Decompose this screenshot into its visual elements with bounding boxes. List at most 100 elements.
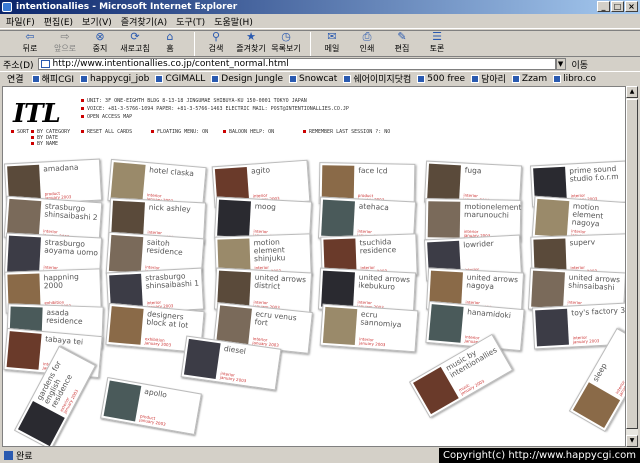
- toolbar-button[interactable]: ⇨ 앞으로: [49, 31, 81, 54]
- menu-bar: 파일(F) 편집(E) 보기(V) 즐겨찾기(A) 도구(T) 도움말(H): [0, 14, 640, 29]
- link-item[interactable]: 담아리: [471, 72, 506, 85]
- address-input[interactable]: http://www.intentionallies.co.jp/content…: [37, 58, 556, 70]
- link-item[interactable]: 해피CGI: [31, 72, 74, 85]
- toolbar-button[interactable]: ✎ 편집: [386, 31, 418, 54]
- favorites-icon: ★: [246, 30, 256, 43]
- project-meta: interior january 2003: [358, 336, 386, 348]
- toolbar-button-label: 새로고침: [120, 44, 150, 53]
- project-meta: music january 2003: [457, 378, 486, 397]
- toolbar-button[interactable]: ⚲ 검색: [200, 31, 232, 54]
- link-item[interactable]: happycgi_job: [80, 74, 149, 84]
- menu-favorites[interactable]: 즐겨찾기(A): [121, 15, 167, 28]
- itl-logo[interactable]: ITL: [13, 99, 61, 129]
- window-title: intentionallies - Microsoft Internet Exp…: [16, 2, 238, 12]
- project-card[interactable]: ecru sannomiya interior january 2003: [319, 303, 419, 353]
- close-button[interactable]: ×: [625, 1, 638, 12]
- project-thumbnail: [108, 234, 144, 274]
- links-bar: 연결 해피CGI happycgi_job CGIMALL Design Jungle…: [0, 71, 640, 85]
- project-name: apollo: [143, 386, 168, 400]
- toolbar-separator: [194, 32, 195, 56]
- project-thumbnail: [534, 198, 570, 238]
- reset-all-cards[interactable]: RESET ALL CARDS: [81, 129, 132, 135]
- web-page: ITL UNIT: 3F ONE-EIGHTH BLDG 8-13-18 JIN…: [2, 86, 626, 447]
- project-thumbnail: [322, 306, 358, 346]
- project-meta: exhibition january 2003: [144, 336, 172, 348]
- minimize-button[interactable]: _: [597, 1, 610, 12]
- project-name: toy's factory 3: [571, 305, 626, 318]
- link-page-icon: [289, 74, 298, 83]
- toolbar-button-label: 메일: [324, 44, 340, 53]
- go-button[interactable]: 이동: [572, 58, 589, 71]
- project-name: lowrider: [463, 238, 494, 250]
- toolbar-button[interactable]: ⊗ 중지: [84, 31, 116, 54]
- link-page-icon: [471, 74, 480, 83]
- project-name: moog: [254, 201, 277, 212]
- link-page-icon: [511, 74, 520, 83]
- toolbar-button[interactable]: ⟳ 새로고침: [119, 31, 151, 54]
- floating-menu-toggle[interactable]: FLOATING MENU: ON: [151, 129, 208, 135]
- toolbar-button-label: 편집: [394, 44, 410, 53]
- project-thumbnail: [427, 201, 461, 238]
- project-thumbnail: [7, 235, 41, 274]
- project-name: hanamidoki: [466, 307, 512, 321]
- history-icon: ◷: [281, 30, 291, 43]
- mail-icon: ✉: [327, 30, 337, 43]
- link-item[interactable]: Snowcat: [289, 74, 337, 84]
- link-item[interactable]: CGIMALL: [155, 74, 205, 84]
- project-name: strasburgo shinsaibashi 2: [44, 201, 98, 223]
- toolbar-button[interactable]: ☰ 토론: [421, 31, 453, 54]
- menu-edit[interactable]: 편집(E): [44, 15, 73, 28]
- toolbar-button-label: 인쇄: [359, 44, 375, 53]
- project-meta: interior january 2003: [614, 379, 626, 397]
- project-name: ecru venus fort: [254, 309, 298, 328]
- scroll-down-arrow[interactable]: ▼: [626, 435, 638, 447]
- address-bar: 주소(D) http://www.intentionallies.co.jp/c…: [0, 57, 640, 71]
- link-item[interactable]: 500 free: [417, 74, 465, 84]
- project-name: designers block at lot: [146, 309, 189, 330]
- toolbar-button[interactable]: ⇦ 뒤로: [14, 31, 46, 54]
- project-thumbnail: [217, 199, 251, 238]
- link-item[interactable]: 쉐어이미지닷컴: [343, 72, 411, 85]
- page-icon: [40, 60, 50, 68]
- link-page-icon: [155, 74, 164, 83]
- menu-tools[interactable]: 도구(T): [176, 15, 205, 28]
- project-name: united arrows shinsaibashi: [568, 272, 621, 292]
- project-thumbnail: [427, 163, 461, 202]
- vertical-scrollbar[interactable]: ▲ ▼: [626, 86, 638, 447]
- link-item[interactable]: Zzam: [511, 74, 547, 84]
- sort-by-name[interactable]: BY NAME: [31, 141, 58, 147]
- link-item[interactable]: libro.co: [553, 74, 596, 84]
- scroll-thumb[interactable]: [626, 99, 638, 429]
- project-meta: interior january 2003: [572, 334, 600, 345]
- info-unit: UNIT: 3F ONE-EIGHTH BLDG 8-13-18 JINGUMA…: [81, 97, 349, 105]
- toolbar-button[interactable]: ⎙ 인쇄: [351, 31, 383, 54]
- toolbar-button[interactable]: ★ 즐겨찾기: [235, 31, 267, 54]
- toolbar-button-label: 홈: [166, 44, 174, 53]
- discuss-icon: ☰: [432, 30, 442, 43]
- info-map-link[interactable]: OPEN ACCESS MAP: [81, 113, 349, 121]
- toolbar-button-label: 검색: [208, 44, 224, 53]
- menu-view[interactable]: 보기(V): [82, 15, 112, 28]
- scroll-up-arrow[interactable]: ▲: [626, 86, 638, 98]
- link-label: 담아리: [481, 75, 506, 85]
- project-card[interactable]: music by intentionallies music january 20…: [408, 333, 514, 419]
- link-label: Snowcat: [299, 73, 338, 84]
- project-card[interactable]: apollo product january 2003: [100, 376, 202, 436]
- menu-file[interactable]: 파일(F): [6, 15, 35, 28]
- balloon-help-toggle[interactable]: BALOON HELP: ON: [223, 129, 274, 135]
- toolbar-button[interactable]: ✉ 메일: [316, 31, 348, 54]
- menu-help[interactable]: 도움말(H): [214, 15, 253, 28]
- toolbar-button[interactable]: ⌂ 홈: [154, 31, 186, 54]
- address-label: 주소(D): [3, 60, 34, 71]
- search-icon: ⚲: [211, 30, 221, 43]
- project-name: diesel: [223, 343, 247, 356]
- toolbar-button-label: 앞으로: [53, 44, 77, 53]
- link-item[interactable]: Design Jungle: [211, 74, 283, 84]
- remember-session-toggle[interactable]: REMEMBER LAST SESSION ?: NO: [303, 129, 390, 135]
- home-icon: ⌂: [166, 30, 174, 43]
- maximize-button[interactable]: □: [611, 1, 624, 12]
- project-name: fuga: [464, 165, 482, 176]
- link-label: 쉐어이미지닷컴: [353, 75, 412, 85]
- address-dropdown-button[interactable]: ▼: [555, 58, 566, 70]
- toolbar-button[interactable]: ◷ 목록보기: [270, 31, 302, 54]
